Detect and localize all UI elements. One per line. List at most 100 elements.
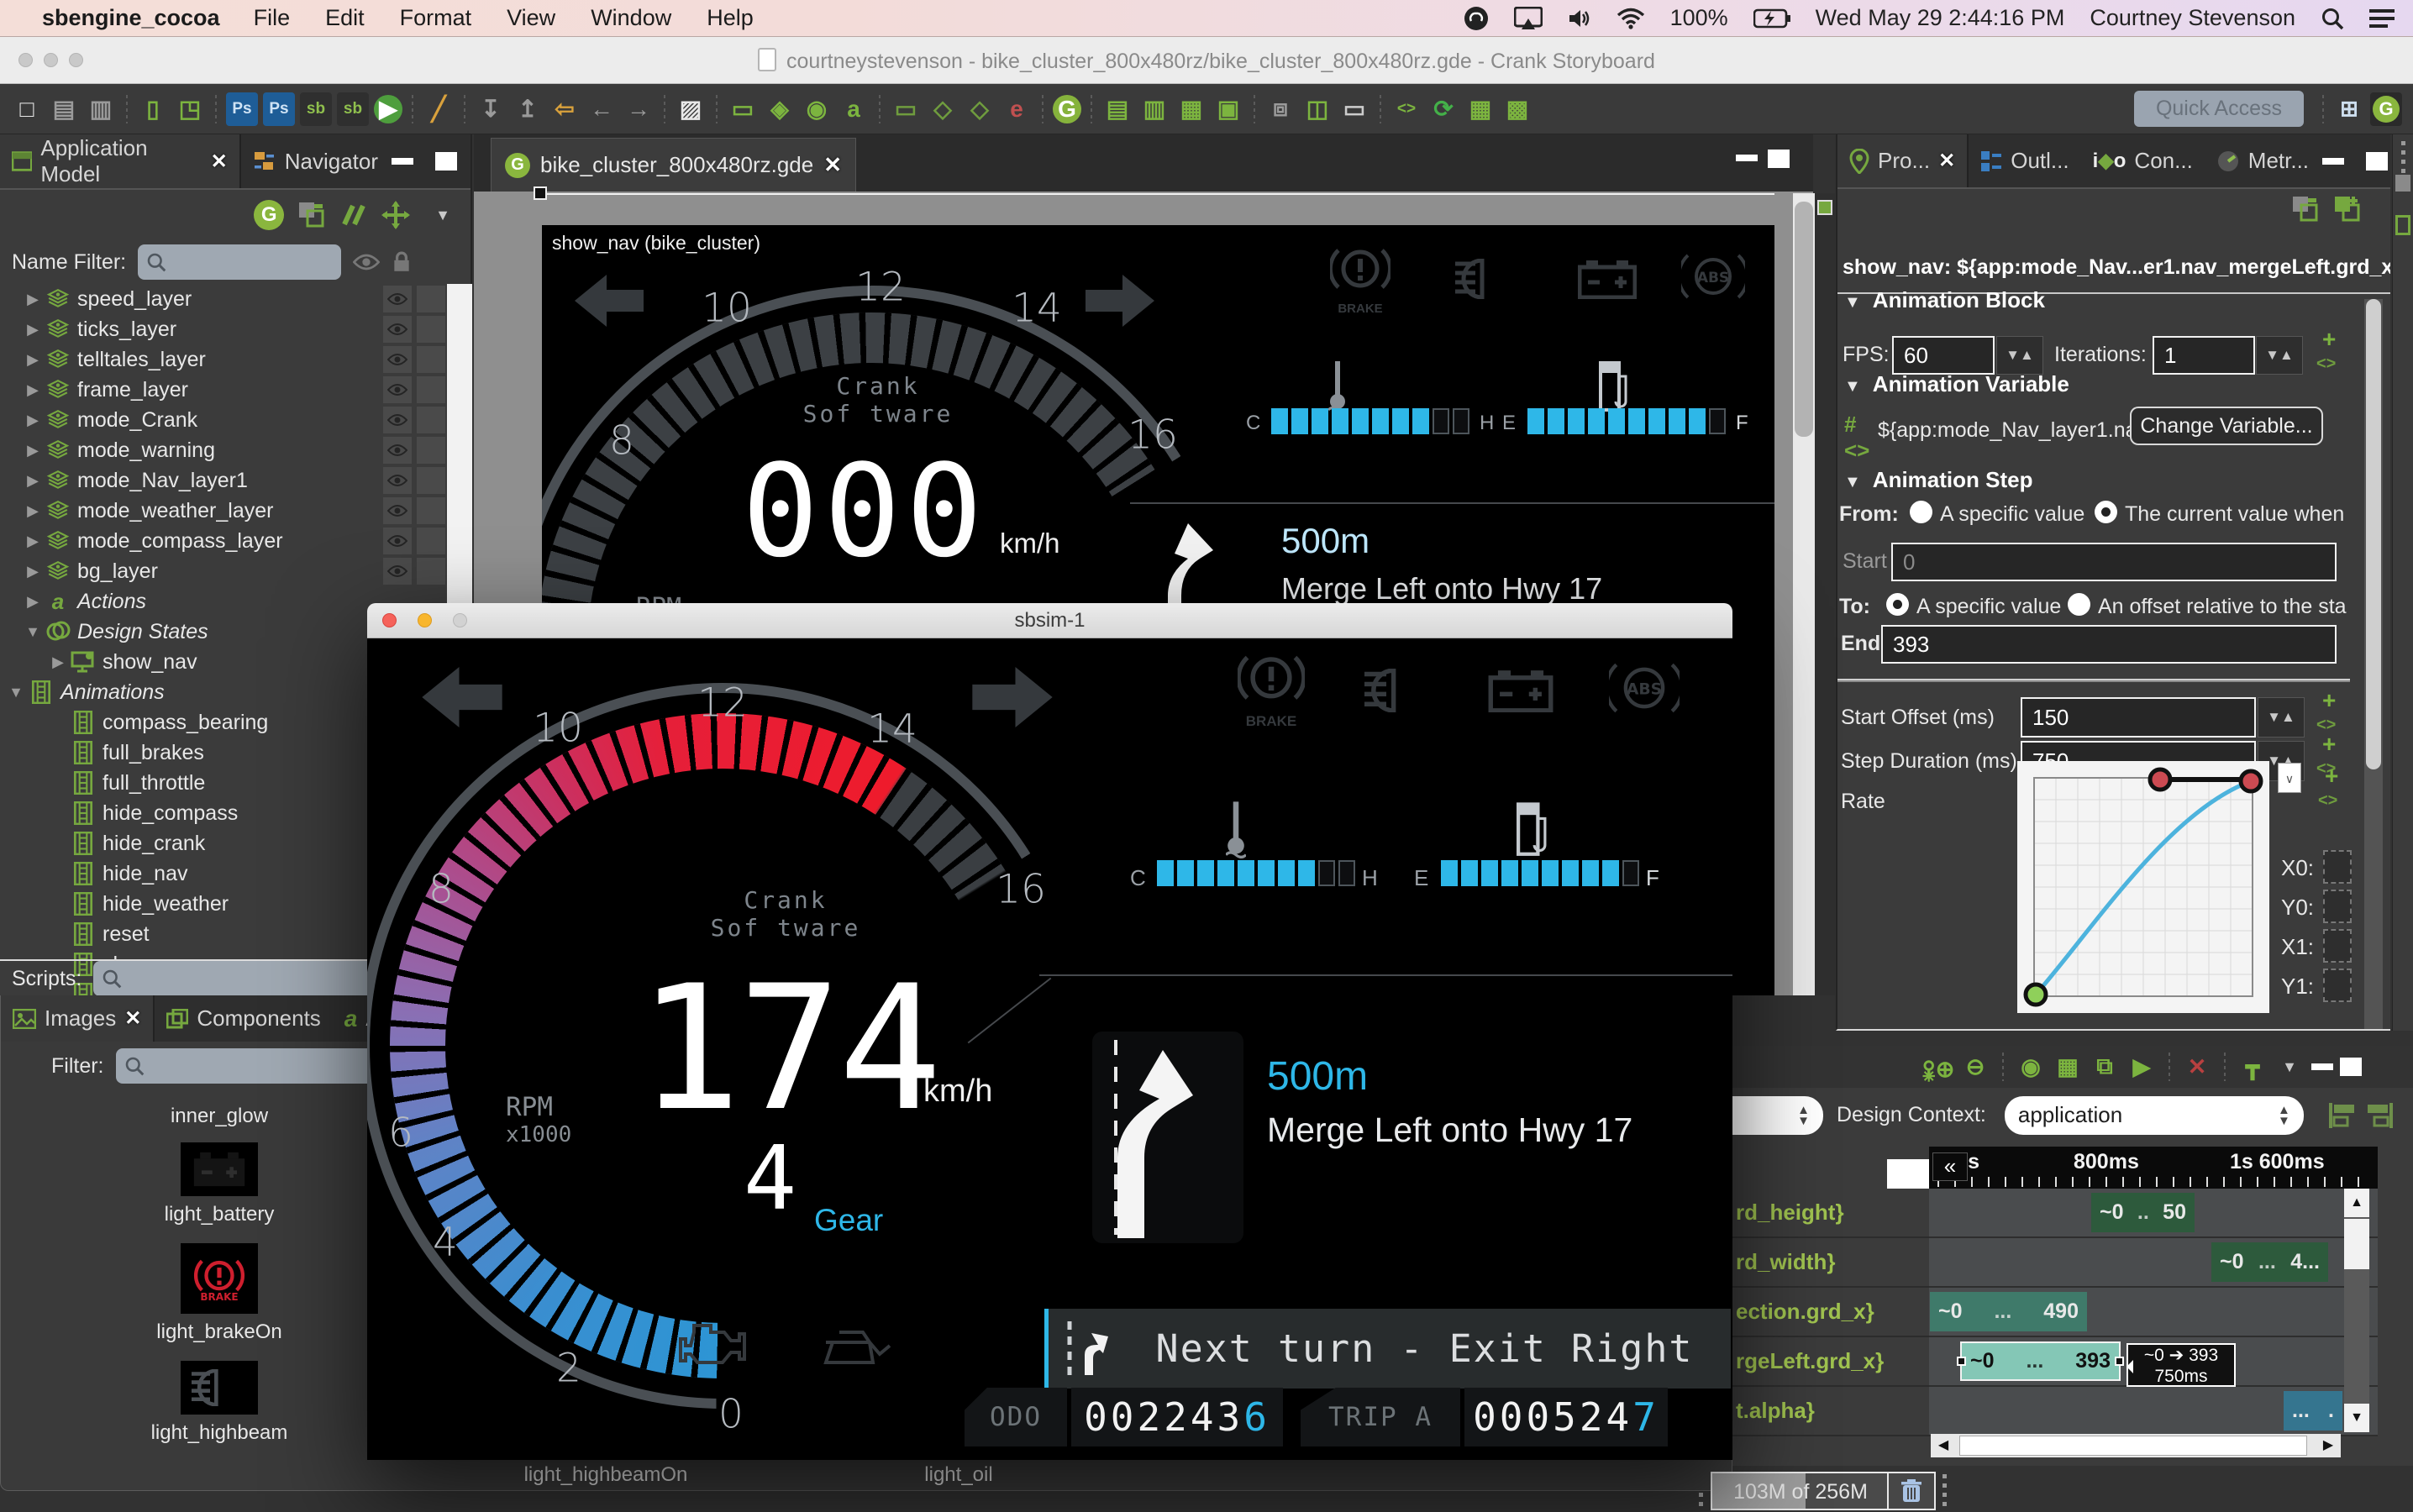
toolbar-icon-save-all[interactable]: ▥ [85, 92, 117, 126]
rate-coord-input-Y0[interactable] [2323, 890, 2352, 923]
collapse-labels-button[interactable]: « [1932, 1152, 1968, 1181]
toolbar-icon-distribute[interactable]: ▦ [1175, 92, 1207, 126]
animation-bar[interactable]: ~0... 393 [1957, 1341, 2124, 1381]
lock-toggle[interactable] [417, 467, 445, 494]
collapsed-palette-strip[interactable] [1815, 193, 1835, 995]
from-specific-radio[interactable] [1910, 501, 1932, 523]
memory-indicator[interactable]: 103M of 256M [1711, 1472, 1936, 1510]
wifi-icon[interactable] [1617, 8, 1645, 29]
add-offset-icon[interactable]: + [2322, 687, 2336, 714]
toolbar-icon-events[interactable]: e [1001, 92, 1033, 126]
dock-left-icon[interactable] [2327, 1101, 2358, 1130]
section-animation-variable[interactable]: ▼ Animation Variable [1844, 371, 2069, 397]
volume-icon[interactable] [1568, 8, 1591, 29]
timeline-hscrollbar[interactable]: ◀ ▶ [1931, 1434, 2341, 1457]
iterations-spinner[interactable]: ▼▲ [2256, 336, 2303, 375]
menu-help[interactable]: Help [707, 5, 754, 30]
visibility-column-icon[interactable] [353, 253, 381, 271]
timeline-row-rd_height}[interactable]: rd_height} ~0.. 50 [1732, 1189, 2378, 1238]
toolbar-icon-movie[interactable]: ▩ [1501, 92, 1533, 126]
toolbar-icon-group[interactable]: ⧈ [1264, 92, 1296, 126]
toolbar-icon-import-down[interactable]: ↧ [475, 92, 507, 126]
tree-item-frame_layer[interactable]: ▶ frame_layer [0, 375, 445, 405]
toolbar-icon-sync[interactable]: ⟳ [1427, 92, 1459, 126]
move-tool-icon[interactable] [381, 201, 411, 229]
toolbar-icon-grid[interactable]: ▦ [1464, 92, 1496, 126]
tab-navigator[interactable]: Navigator [241, 134, 390, 188]
from-current-radio[interactable] [2095, 501, 2117, 523]
tab-metrics[interactable]: Metr... [2205, 134, 2321, 187]
close-icon[interactable]: ✕ [1938, 149, 1955, 173]
toolbar-icon-sb-settings[interactable]: sb [337, 92, 369, 126]
tab-properties[interactable]: Pro... ✕ [1837, 134, 1969, 187]
toolbar-icon-add-layer[interactable]: ◈ [764, 92, 796, 126]
rate-coord-input-X1[interactable] [2323, 929, 2352, 963]
simulator-title-bar[interactable]: sbsim-1 [367, 603, 1732, 638]
timeline-menu-chevron-icon[interactable]: ▼ [2273, 1051, 2306, 1083]
rate-preset-dropdown[interactable]: ∨ [2278, 763, 2301, 793]
end-input[interactable]: 393 [1881, 625, 2337, 664]
toolbar-icon-layer-up[interactable]: ◇ [964, 92, 996, 126]
pin-icon[interactable]: ┳ [2236, 1051, 2269, 1083]
toolbar-icon-sb-export[interactable]: sb [300, 92, 332, 126]
toolbar-icon-forward[interactable]: → [623, 92, 655, 126]
add-block-icon[interactable]: + [2322, 326, 2336, 353]
image-item-light_brakeOn[interactable]: BRAKE light_brakeOn [135, 1243, 303, 1344]
toolbar-icon-back[interactable]: ← [586, 92, 618, 126]
collapse-all-icon[interactable] [2291, 195, 2320, 223]
edit-slashes-icon[interactable] [339, 201, 368, 229]
menu-file[interactable]: File [254, 5, 291, 30]
menu-format[interactable]: Format [400, 5, 472, 30]
iterations-input[interactable]: 1 [2153, 336, 2255, 375]
visibility-toggle[interactable] [383, 286, 412, 312]
lock-toggle[interactable] [417, 316, 445, 343]
visibility-toggle[interactable] [383, 528, 412, 554]
menu-clock[interactable]: Wed May 29 2:44:16 PM [1816, 5, 2065, 31]
start-offset-input[interactable]: 150 [2021, 697, 2256, 738]
section-animation-step[interactable]: ▼ Animation Step [1844, 467, 2032, 493]
image-item-inner_glow[interactable]: inner_glow [135, 1105, 303, 1128]
visibility-toggle[interactable] [383, 407, 412, 433]
animation-bar[interactable]: ~0... 4... [2211, 1242, 2328, 1282]
toolbar-icon-add-control[interactable]: ◉ [801, 92, 833, 126]
animation-bar[interactable]: ~0... 490 [1930, 1292, 2087, 1331]
lock-toggle[interactable] [417, 286, 445, 312]
toolbar-icon-export-up[interactable]: ↥ [512, 92, 544, 126]
toolbar-icon-magnet[interactable]: ◫ [1301, 92, 1333, 126]
timeline-maximize-icon[interactable] [2338, 1058, 2363, 1076]
name-filter-input[interactable] [138, 244, 342, 280]
timeline-ruler[interactable]: 0ms 800ms 1s 600ms [1929, 1147, 2378, 1189]
lock-toggle[interactable] [417, 376, 445, 403]
menu-user[interactable]: Courtney Stevenson [2090, 5, 2295, 31]
notification-center-icon[interactable] [2369, 5, 2395, 32]
visibility-toggle[interactable] [383, 437, 412, 464]
layers-tool-icon[interactable] [297, 201, 326, 229]
toolbar-icon-crank-tool[interactable]: G [1053, 94, 1081, 123]
play-animation-icon[interactable]: ▶ [2125, 1051, 2158, 1083]
toolbar-icon-match-size[interactable]: ▣ [1212, 92, 1244, 126]
maximize-panel-icon[interactable] [2364, 151, 2389, 171]
toolbar-icon-export-green[interactable]: ▯ [137, 92, 169, 126]
lock-toggle[interactable] [417, 528, 445, 554]
tree-item-bg_layer[interactable]: ▶ bg_layer [0, 556, 445, 586]
visibility-toggle[interactable] [383, 376, 412, 403]
toolbar-icon-save[interactable]: ▤ [48, 92, 80, 126]
visibility-toggle[interactable] [383, 467, 412, 494]
add-keyframe-icon[interactable]: ◉ [2014, 1051, 2048, 1083]
toolbar-icon-photoshop-import[interactable]: Ps [226, 92, 258, 126]
visibility-toggle[interactable] [383, 497, 412, 524]
rate-coord-input-Y1[interactable] [2323, 969, 2352, 1002]
tab-images[interactable]: Images ✕ [1, 995, 155, 1042]
expand-all-icon[interactable] [2333, 195, 2362, 223]
start-input[interactable]: 0 [1891, 543, 2337, 581]
toolbar-icon-photoshop-reimport[interactable]: Ps [263, 92, 295, 126]
rate-curve-editor[interactable] [2017, 761, 2269, 1013]
spotlight-icon[interactable] [2321, 7, 2344, 30]
animation-bar[interactable]: .... [2284, 1391, 2342, 1431]
design-context-dropdown[interactable]: application ▲ ▼ [2004, 1095, 2304, 1135]
editor-maximize-icon[interactable] [1768, 150, 1790, 168]
fps-input[interactable]: 60 [1892, 336, 1995, 375]
toolbar-icon-new-file[interactable]: □ [11, 92, 43, 126]
dock-right-icon[interactable] [2364, 1101, 2395, 1130]
toolbar-icon-open-struct[interactable]: ▨ [675, 92, 707, 126]
